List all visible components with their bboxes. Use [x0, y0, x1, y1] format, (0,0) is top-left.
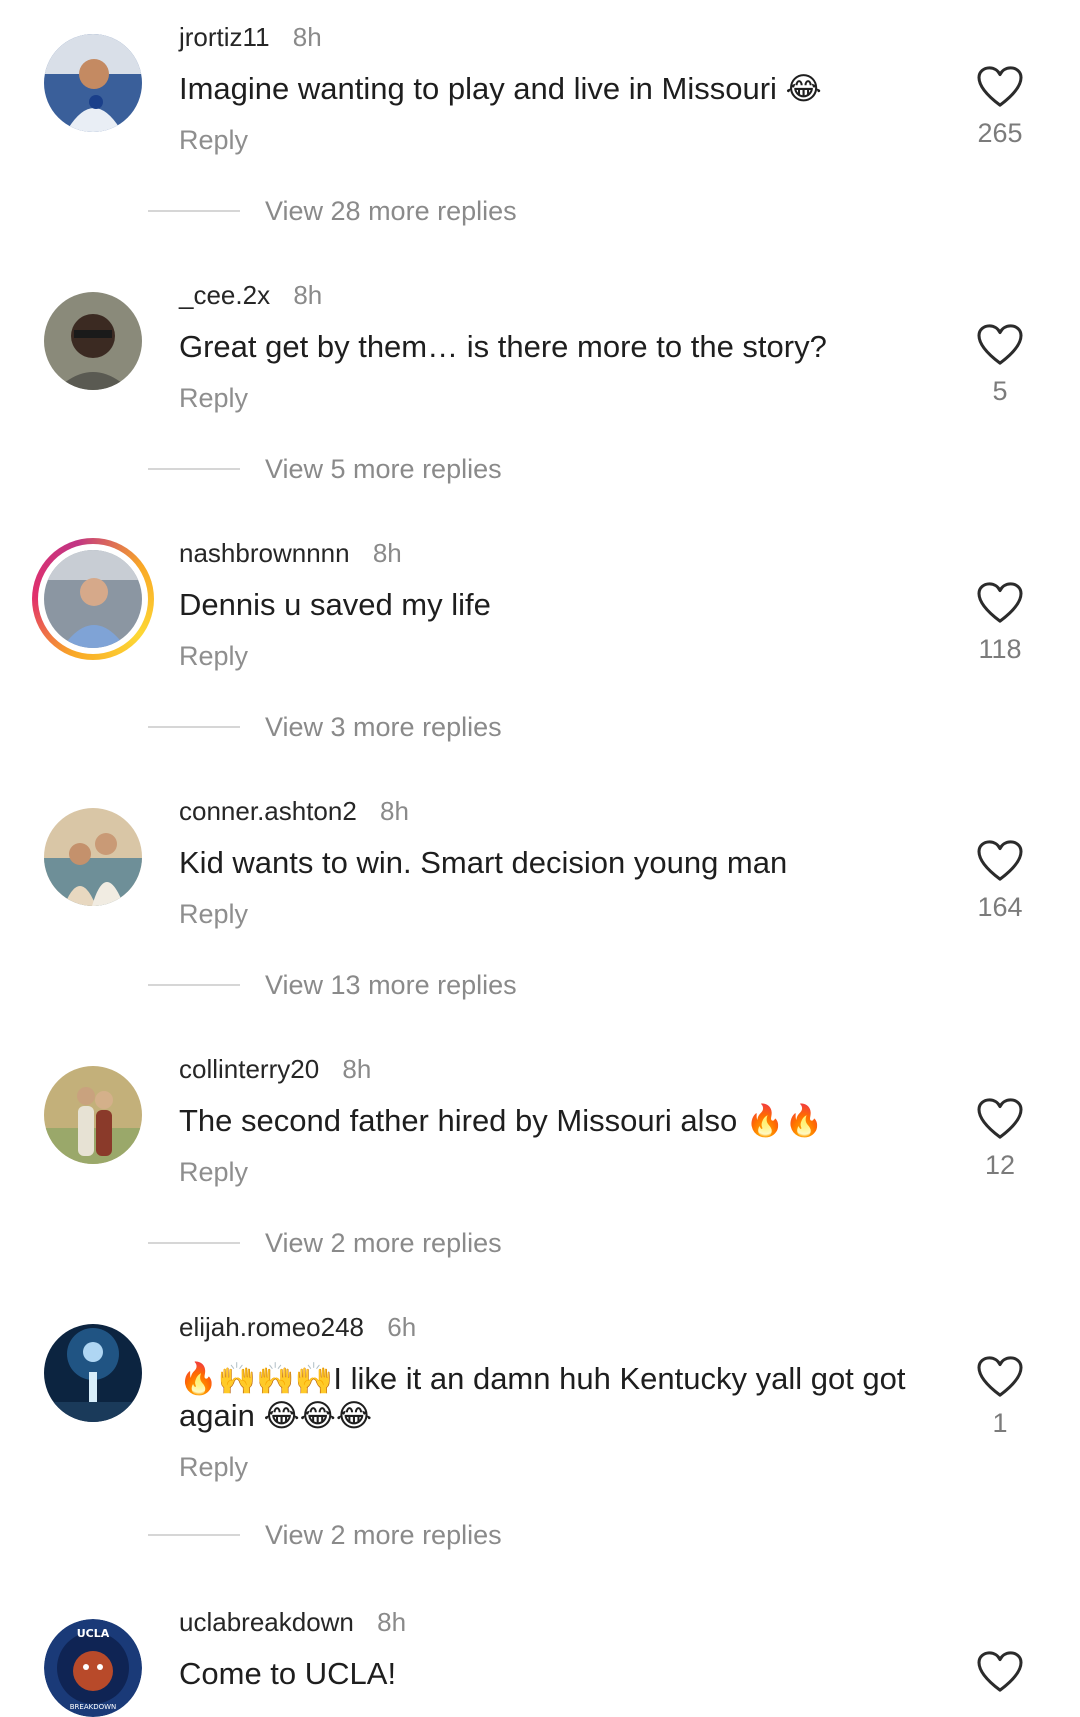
username[interactable]: collinterry20 [179, 1054, 319, 1084]
like-count: 164 [977, 892, 1023, 922]
like-count: 12 [984, 1150, 1016, 1180]
view-more-label[interactable]: View 28 more replies [265, 196, 517, 227]
reply-button[interactable]: Reply [179, 1157, 248, 1188]
timestamp: 8h [292, 22, 322, 52]
view-more-replies[interactable]: View 13 more replies [148, 968, 517, 1002]
view-more-label[interactable]: View 2 more replies [265, 1228, 502, 1259]
divider [148, 468, 240, 470]
comment-text: Imagine wanting to play and live in Miss… [179, 71, 822, 106]
view-more-label[interactable]: View 2 more replies [265, 1520, 502, 1551]
heart-outline-icon[interactable] [977, 1356, 1023, 1398]
divider [148, 726, 240, 728]
heart-outline-icon[interactable] [977, 1098, 1023, 1140]
reply-button[interactable]: Reply [179, 383, 248, 414]
comment-meta: collinterry20 8h [179, 1054, 371, 1085]
timestamp: 8h [377, 1607, 407, 1637]
comment-text: The second father hired by Missouri also… [179, 1103, 824, 1138]
comment-text: Great get by them… is there more to the … [179, 329, 827, 364]
comment-text: Kid wants to win. Smart decision young m… [179, 845, 788, 880]
heart-outline-icon[interactable] [977, 840, 1023, 882]
username[interactable]: nashbrownnnn [179, 538, 350, 568]
like-control[interactable]: 1 [970, 1356, 1030, 1439]
like-control[interactable]: 164 [970, 840, 1030, 923]
like-control[interactable]: 5 [970, 324, 1030, 407]
view-more-label[interactable]: View 13 more replies [265, 970, 517, 1001]
username[interactable]: uclabreakdown [179, 1607, 354, 1637]
timestamp: 8h [380, 796, 409, 826]
view-more-label[interactable]: View 5 more replies [265, 454, 502, 485]
username[interactable]: _cee.2x [179, 280, 270, 310]
comment-text: Come to UCLA! [179, 1656, 397, 1691]
timestamp: 8h [342, 1054, 372, 1084]
comment-meta: nashbrownnnn 8h [179, 538, 402, 569]
comment-meta: uclabreakdown 8h [179, 1607, 406, 1638]
avatar[interactable] [44, 1066, 142, 1164]
avatar[interactable] [44, 550, 142, 648]
like-control[interactable] [970, 1651, 1030, 1693]
heart-outline-icon[interactable] [977, 324, 1023, 366]
heart-outline-icon[interactable] [977, 66, 1023, 108]
heart-outline-icon[interactable] [977, 1651, 1023, 1693]
view-more-replies[interactable]: View 2 more replies [148, 1518, 502, 1552]
like-count: 1 [992, 1408, 1008, 1438]
like-control[interactable]: 12 [970, 1098, 1030, 1181]
like-count: 118 [978, 634, 1022, 664]
comment-text: Dennis u saved my life [179, 587, 491, 622]
like-control[interactable]: 118 [970, 582, 1030, 665]
reply-button[interactable]: Reply [179, 641, 248, 672]
view-more-replies[interactable]: View 28 more replies [148, 194, 517, 228]
avatar[interactable] [44, 292, 142, 390]
reply-button[interactable]: Reply [179, 125, 248, 156]
comment-meta: elijah.romeo248 6h [179, 1312, 416, 1343]
avatar[interactable] [44, 808, 142, 906]
view-more-replies[interactable]: View 3 more replies [148, 710, 502, 744]
divider [148, 1534, 240, 1536]
comment-meta: jrortiz11 8h [179, 22, 322, 53]
avatar[interactable] [44, 34, 142, 132]
avatar[interactable] [44, 1324, 142, 1422]
timestamp: 6h [387, 1312, 417, 1342]
view-more-label[interactable]: View 3 more replies [265, 712, 502, 743]
like-control[interactable]: 265 [970, 66, 1030, 149]
reply-button[interactable]: Reply [179, 1452, 248, 1483]
view-more-replies[interactable]: View 5 more replies [148, 452, 502, 486]
divider [148, 984, 240, 986]
timestamp: 8h [372, 538, 402, 568]
avatar-logo-text-bottom: BREAKDOWN [70, 1703, 117, 1711]
timestamp: 8h [293, 280, 323, 310]
comment-meta: _cee.2x 8h [179, 280, 322, 311]
heart-outline-icon[interactable] [977, 582, 1023, 624]
comment-text: 🔥🙌🙌🙌I like it an damn huh Kentucky yall … [179, 1361, 906, 1433]
avatar[interactable]: UCLA BREAKDOWN [44, 1619, 142, 1717]
reply-button[interactable]: Reply [179, 899, 248, 930]
avatar-logo-text-top: UCLA [77, 1627, 110, 1640]
divider [148, 1242, 240, 1244]
username[interactable]: elijah.romeo248 [179, 1312, 364, 1342]
divider [148, 210, 240, 212]
comment-meta: conner.ashton2 8h [179, 796, 409, 827]
avatar-story-ring[interactable] [32, 538, 154, 660]
like-count: 265 [977, 118, 1023, 148]
username[interactable]: conner.ashton2 [179, 796, 357, 826]
view-more-replies[interactable]: View 2 more replies [148, 1226, 502, 1260]
like-count: 5 [992, 376, 1008, 406]
username[interactable]: jrortiz11 [179, 22, 270, 52]
